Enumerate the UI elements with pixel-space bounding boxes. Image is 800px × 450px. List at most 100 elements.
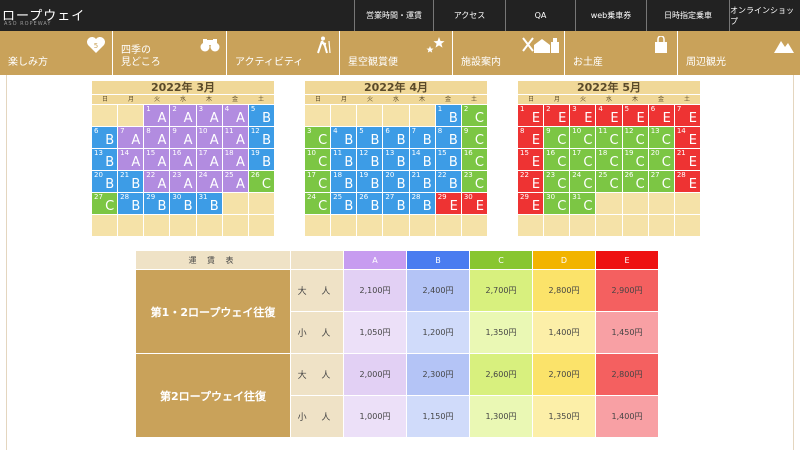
day-rank: A bbox=[157, 177, 167, 192]
day-rank: C bbox=[583, 199, 593, 214]
day-number: 21 bbox=[676, 149, 686, 157]
calendar-day: 17 C bbox=[305, 171, 331, 192]
day-rank: E bbox=[688, 177, 697, 192]
day-rank: A bbox=[183, 133, 193, 148]
day-number: 20 bbox=[94, 171, 103, 179]
calendar-day: 24 C bbox=[305, 193, 331, 214]
day-rank: E bbox=[688, 133, 697, 148]
fare-table-title: 運 賃 表 bbox=[135, 250, 291, 270]
weekday-label: 月 bbox=[340, 96, 347, 103]
main-nav-activity[interactable]: アクティビティ bbox=[227, 31, 340, 75]
calendar-day: 16 A bbox=[170, 149, 196, 170]
main-nav-facilities[interactable]: 施設案内 bbox=[453, 31, 565, 75]
calendar-day: 23 C bbox=[544, 171, 570, 192]
day-rank: B bbox=[448, 177, 458, 192]
rank-header-c: C bbox=[469, 250, 533, 270]
calendar-day: 15 E bbox=[518, 149, 544, 170]
day-number: 8 bbox=[520, 127, 525, 135]
nav-web-ticket[interactable]: web乗車券 bbox=[575, 0, 646, 31]
weekday-label: 木 bbox=[631, 96, 638, 103]
weekday-label: 木 bbox=[205, 96, 212, 103]
weekday-label: 火 bbox=[366, 96, 373, 103]
day-number: 16 bbox=[172, 149, 182, 157]
fare-price: 1,350円 bbox=[469, 311, 533, 354]
calendar-day: 14 E bbox=[674, 127, 700, 148]
mountain-icon bbox=[774, 41, 794, 53]
main-nav-souvenirs[interactable]: お土産 bbox=[565, 31, 678, 75]
nav-date-reservation[interactable]: 日時指定乗車 bbox=[646, 0, 729, 31]
day-rank: E bbox=[558, 111, 567, 126]
day-rank: B bbox=[448, 111, 458, 126]
calendar-day: 28 B bbox=[118, 193, 144, 214]
day-number: 9 bbox=[172, 127, 177, 135]
calendar-empty-cell bbox=[248, 193, 274, 214]
main-nav-label: 楽しみ方 bbox=[8, 57, 48, 68]
day-number: 14 bbox=[411, 149, 421, 157]
day-rank: A bbox=[157, 155, 167, 170]
calendar-day: 26 B bbox=[357, 193, 383, 214]
day-rank: B bbox=[183, 199, 193, 214]
nav-hours-fares[interactable]: 営業時間・運賃 bbox=[354, 0, 433, 31]
fare-price: 2,900円 bbox=[595, 269, 659, 312]
nav-qa[interactable]: QA bbox=[505, 0, 575, 31]
nav-online-shop[interactable]: オンラインショップ bbox=[729, 0, 800, 31]
day-rank: C bbox=[557, 155, 567, 170]
day-rank: C bbox=[635, 133, 645, 148]
calendar-day: 20 B bbox=[383, 171, 409, 192]
day-number: 22 bbox=[520, 171, 529, 179]
day-rank: B bbox=[396, 133, 406, 148]
calendar-day: 28 B bbox=[409, 193, 435, 214]
calendar-day: 21 E bbox=[674, 149, 700, 170]
stars-icon bbox=[426, 37, 445, 53]
main-nav-starry-sky[interactable]: 星空観賞便 bbox=[340, 31, 453, 75]
day-number: 13 bbox=[650, 127, 660, 135]
nav-access[interactable]: アクセス bbox=[433, 0, 505, 31]
day-number: 4 bbox=[224, 105, 230, 113]
calendar-day: 24 A bbox=[196, 171, 222, 192]
rank-header-d: D bbox=[532, 250, 596, 270]
calendar-day: 9A bbox=[170, 127, 196, 148]
calendar-day: 28 E bbox=[674, 171, 700, 192]
day-rank: C bbox=[635, 155, 645, 170]
calendar-empty-cell bbox=[596, 215, 622, 236]
calendar-empty-cell bbox=[409, 215, 435, 236]
calendar-empty-cell bbox=[596, 193, 622, 214]
day-number: 22 bbox=[437, 171, 447, 179]
day-number: 17 bbox=[572, 149, 582, 157]
calendar-empty-cell bbox=[170, 215, 196, 236]
main-nav-sightseeing[interactable]: 周辺観光 bbox=[678, 31, 800, 75]
main-nav-enjoy[interactable]: 5 楽しみ方 bbox=[0, 31, 113, 75]
day-number: 10 bbox=[307, 149, 316, 157]
day-number: 30 bbox=[172, 193, 182, 201]
weekday-label: 水 bbox=[605, 96, 612, 103]
calendar-day: 21 B bbox=[118, 171, 144, 192]
calendar-empty-cell bbox=[383, 105, 409, 126]
facility-icon bbox=[522, 37, 559, 53]
fare-price: 2,100円 bbox=[343, 269, 407, 312]
day-number: 12 bbox=[359, 149, 369, 157]
rank-header-e: E bbox=[595, 250, 659, 270]
day-rank: B bbox=[157, 199, 167, 214]
day-rank: C bbox=[557, 133, 567, 148]
calendar-day: 4A bbox=[222, 105, 248, 126]
day-rank: B bbox=[262, 111, 271, 126]
calendar-day: 15 B bbox=[435, 149, 461, 170]
day-number: 22 bbox=[146, 171, 156, 179]
calendar-empty-cell bbox=[92, 215, 118, 236]
day-number: 18 bbox=[224, 149, 234, 157]
day-rank: C bbox=[474, 155, 484, 170]
day-rank: B bbox=[105, 133, 115, 148]
calendar-day: 27 B bbox=[383, 193, 409, 214]
day-rank: B bbox=[105, 155, 115, 170]
day-rank: E bbox=[636, 111, 645, 126]
fare-price: 1,400円 bbox=[532, 311, 596, 354]
day-rank: A bbox=[131, 155, 141, 170]
day-rank: B bbox=[370, 199, 380, 214]
calendar-day: 23 A bbox=[170, 171, 196, 192]
calendar-weekdays: 日月火水木金土 bbox=[92, 94, 274, 104]
calendar-day: 26 C bbox=[248, 171, 274, 192]
day-rank: E bbox=[531, 111, 541, 126]
day-rank: C bbox=[661, 177, 671, 192]
calendar-empty-cell bbox=[222, 193, 248, 214]
main-nav-seasons[interactable]: 四季の 見どころ bbox=[113, 31, 227, 75]
